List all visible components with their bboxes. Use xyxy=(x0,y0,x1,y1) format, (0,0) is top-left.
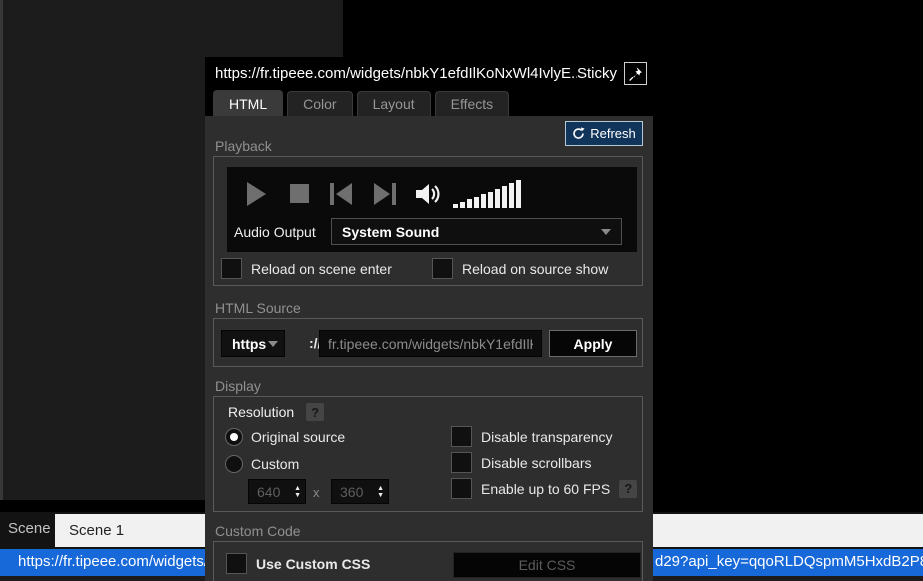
html-source-section-label: HTML Source xyxy=(215,300,301,316)
enable-fps-checkbox[interactable] xyxy=(451,478,472,499)
tab-effects[interactable]: Effects xyxy=(435,91,510,116)
pin-icon xyxy=(628,66,643,81)
source-url-left: https://fr.tipeee.com/widgets/n xyxy=(18,553,216,570)
dimension-separator: x xyxy=(313,485,320,500)
reload-source-show-checkbox[interactable] xyxy=(432,258,453,279)
refresh-label: Refresh xyxy=(590,126,636,141)
custom-resolution-radio[interactable] xyxy=(225,455,243,473)
source-properties-dialog: https://fr.tipeee.com/widgets/nbkY1efdIl… xyxy=(205,57,653,581)
source-url-right: d29?api_key=qqoRLDQspmM5HxdB2P8McP6 xyxy=(655,553,923,570)
resolution-label: Resolution xyxy=(228,404,294,420)
reload-scene-enter-label: Reload on scene enter xyxy=(251,261,392,277)
playback-section-label: Playback xyxy=(215,138,272,154)
chevron-down-icon xyxy=(268,341,278,347)
protocol-select[interactable]: https xyxy=(221,330,285,357)
use-custom-css-label: Use Custom CSS xyxy=(256,556,370,572)
use-custom-css-row: Use Custom CSS xyxy=(226,553,370,574)
refresh-icon xyxy=(572,127,585,140)
tab-color[interactable]: Color xyxy=(287,91,352,116)
resolution-help-icon[interactable]: ? xyxy=(306,403,324,421)
custom-resolution-label: Custom xyxy=(251,456,299,472)
url-input[interactable] xyxy=(319,330,542,357)
tab-html[interactable]: HTML xyxy=(213,90,283,116)
display-section-label: Display xyxy=(215,378,261,394)
protocol-value: https xyxy=(232,336,266,352)
skip-back-button[interactable] xyxy=(328,180,354,208)
sticky-label: Sticky xyxy=(577,65,617,82)
disable-scrollbars-checkbox[interactable] xyxy=(451,452,472,473)
chevron-down-icon xyxy=(601,229,611,235)
reload-scene-enter-row: Reload on scene enter xyxy=(221,258,392,279)
media-panel: Audio Output System Sound xyxy=(227,167,637,252)
app-window: Scene Scene 1 https://fr.tipeee.com/widg… xyxy=(0,0,923,581)
reload-scene-enter-checkbox[interactable] xyxy=(221,258,242,279)
volume-level-bars[interactable] xyxy=(453,180,533,208)
height-value: 360 xyxy=(332,484,377,500)
original-source-radio[interactable] xyxy=(225,428,243,446)
width-value: 640 xyxy=(249,484,294,500)
original-source-row: Original source xyxy=(225,428,345,446)
edit-css-button[interactable]: Edit CSS xyxy=(453,552,641,578)
disable-scrollbars-row: Disable scrollbars xyxy=(451,452,591,473)
speaker-icon[interactable] xyxy=(413,180,441,208)
resolution-row: Resolution ? xyxy=(228,403,324,421)
enable-fps-label: Enable up to 60 FPS xyxy=(481,481,610,497)
dialog-title-bar: https://fr.tipeee.com/widgets/nbkY1efdIl… xyxy=(205,57,653,90)
playback-groupbox: Audio Output System Sound Reload on scen… xyxy=(213,156,643,286)
reload-source-show-label: Reload on source show xyxy=(462,261,608,277)
custom-code-groupbox: Use Custom CSS Edit CSS xyxy=(213,541,643,581)
tab-layout[interactable]: Layout xyxy=(357,91,431,116)
reload-source-show-row: Reload on source show xyxy=(432,258,608,279)
height-stepper[interactable]: 360 ▲▼ xyxy=(331,479,389,504)
enable-fps-row: Enable up to 60 FPS ? xyxy=(451,478,637,499)
dialog-body: Refresh Playback Audio Output Syst xyxy=(205,116,653,581)
apply-button[interactable]: Apply xyxy=(549,330,637,357)
stop-button[interactable] xyxy=(287,180,311,208)
audio-output-label: Audio Output xyxy=(234,224,316,240)
html-source-groupbox: https :// Apply xyxy=(213,318,643,367)
width-stepper[interactable]: 640 ▲▼ xyxy=(248,479,306,504)
audio-output-value: System Sound xyxy=(342,224,439,240)
play-button[interactable] xyxy=(244,180,268,208)
disable-transparency-row: Disable transparency xyxy=(451,426,613,447)
stepper-arrows-icon[interactable]: ▲▼ xyxy=(294,485,301,499)
disable-transparency-label: Disable transparency xyxy=(481,429,613,445)
skip-forward-button[interactable] xyxy=(372,180,398,208)
scene-label: Scene xyxy=(8,520,51,537)
disable-scrollbars-label: Disable scrollbars xyxy=(481,455,591,471)
use-custom-css-checkbox[interactable] xyxy=(226,553,247,574)
pin-button[interactable] xyxy=(624,62,647,85)
original-source-label: Original source xyxy=(251,429,345,445)
stepper-arrows-icon[interactable]: ▲▼ xyxy=(377,485,384,499)
dialog-title: https://fr.tipeee.com/widgets/nbkY1efdIl… xyxy=(215,65,577,82)
refresh-button[interactable]: Refresh xyxy=(565,121,643,146)
display-groupbox: Resolution ? Original source Custom 640 … xyxy=(213,396,643,512)
audio-output-select[interactable]: System Sound xyxy=(331,218,622,245)
disable-transparency-checkbox[interactable] xyxy=(451,426,472,447)
fps-help-icon[interactable]: ? xyxy=(619,480,637,498)
tab-row: HTML Color Layout Effects xyxy=(205,90,653,116)
custom-code-section-label: Custom Code xyxy=(215,523,301,539)
custom-resolution-row: Custom xyxy=(225,455,299,473)
